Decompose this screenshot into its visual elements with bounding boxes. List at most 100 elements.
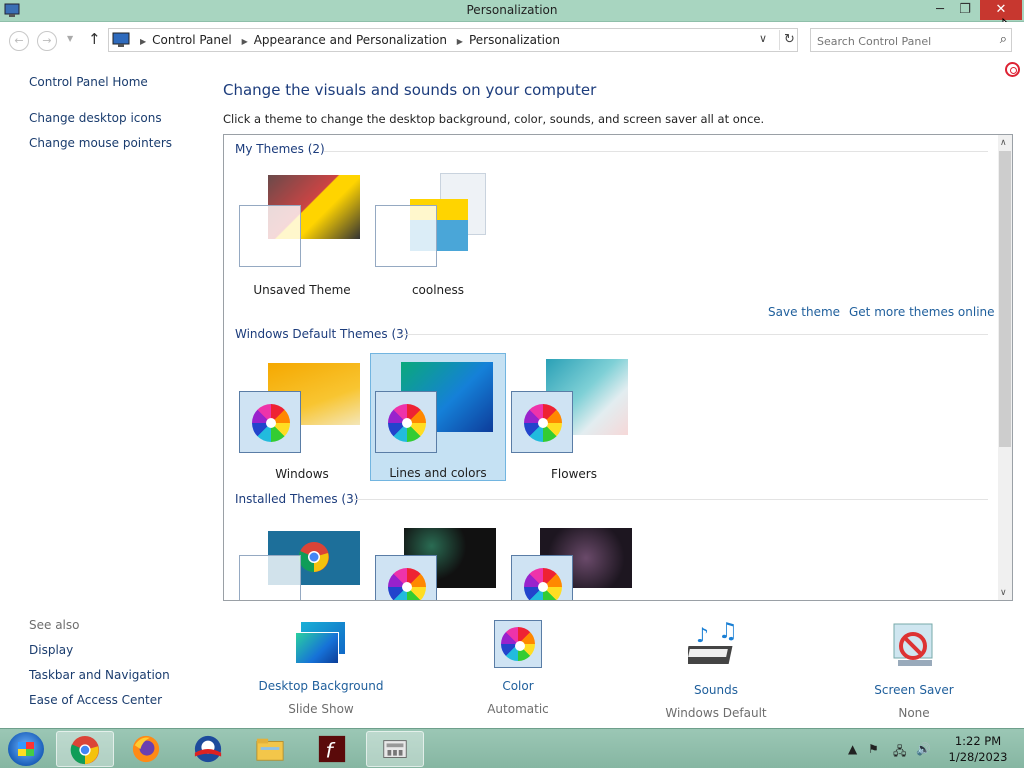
breadcrumb-control-panel[interactable]: Control Panel [152,33,232,47]
setting-name[interactable]: Color [443,679,593,693]
color-preview [375,555,437,600]
theme-unsaved[interactable]: Unsaved Theme [234,169,370,297]
scrollbar[interactable]: ∧ ∨ [998,135,1012,600]
clock-date: 1/28/2023 [948,750,1008,764]
setting-name[interactable]: Sounds [641,683,791,697]
close-button[interactable]: ✕ [980,0,1022,20]
ease-of-access-link[interactable]: Ease of Access Center [29,693,162,707]
theme-coolness[interactable]: coolness [370,169,506,297]
taskbar-navigation-link[interactable]: Taskbar and Navigation [29,668,170,682]
see-also-label: See also [29,618,80,632]
navigation-bar: ← → ▼ ↑ ▶ Control Panel ▶ Appearance and P… [0,22,1024,58]
taskbar-firefox[interactable] [118,731,176,767]
obama-logo-icon [194,735,222,763]
divider [354,499,988,500]
chevron-down-icon[interactable]: ∨ [1000,588,1007,598]
system-clock[interactable]: 1:22 PM 1/28/2023 [938,733,1018,765]
chevron-down-icon[interactable]: ∨ [759,32,767,45]
color-preview [239,555,301,600]
taskbar-file-explorer[interactable] [242,731,300,767]
color-swatch-icon [524,568,562,600]
setting-name[interactable]: Desktop Background [246,679,396,693]
color-swatch-icon [494,620,542,668]
screen-saver-setting[interactable]: Screen Saver None [839,620,989,720]
search-box[interactable]: ⌕ [810,28,1012,52]
file-explorer-icon [256,738,284,761]
setting-name[interactable]: Screen Saver [839,683,989,697]
taskbar: f ▲ ⚑ 🖧 🔊 1:22 PM 1/28/2023 [0,728,1024,768]
chevron-up-icon[interactable]: ∧ [1000,138,1007,148]
setting-value: Windows Default [665,706,767,720]
forward-button[interactable]: → [37,31,57,51]
save-theme-link[interactable]: Save theme [768,305,840,319]
network-icon[interactable]: 🖧 [893,742,906,763]
minimize-button[interactable]: ─ [928,0,952,20]
default-themes-header: Windows Default Themes (3) [235,327,409,341]
color-swatch-icon [388,568,426,600]
svg-text:♪: ♪ [696,623,709,647]
control-panel-icon [383,740,407,758]
help-icon[interactable] [1005,62,1020,77]
theme-lines-and-colors[interactable]: Lines and colors [370,353,506,481]
setting-value: Automatic [487,702,549,716]
taskbar-obama[interactable] [180,731,238,767]
maximize-button[interactable]: ❐ [952,0,978,20]
title-bar: Personalization ─ ❐ ✕ [0,0,1024,22]
taskbar-control-panel[interactable] [366,731,424,767]
theme-installed-nebula[interactable] [506,515,642,600]
start-button[interactable] [8,732,44,766]
chrome-icon [298,542,329,573]
theme-label: coolness [411,283,465,297]
page-title: Change the visuals and sounds on your co… [223,81,597,99]
desktop-background-setting[interactable]: Desktop Background Slide Show [246,620,396,716]
display-link[interactable]: Display [29,643,73,657]
theme-label: Flowers [551,467,597,481]
color-swatch-icon [388,404,426,442]
color-setting[interactable]: Color Automatic [443,620,593,716]
theme-label: Windows [275,467,329,481]
change-mouse-pointers-link[interactable]: Change mouse pointers [29,136,172,150]
window-title: Personalization [466,3,558,17]
themes-list: My Themes (2) Unsaved Theme coolness Sav… [223,134,1013,601]
taskbar-flash[interactable]: f [304,731,362,767]
scrollbar-thumb[interactable] [999,151,1011,447]
setting-value: None [898,706,930,720]
action-center-flag-icon[interactable]: ⚑ [868,742,879,756]
refresh-icon[interactable]: ↻ [779,30,799,50]
screen-saver-icon [893,623,933,666]
theme-installed-chrome[interactable] [234,515,370,600]
search-input[interactable] [817,31,987,51]
recent-locations-dropdown[interactable]: ▼ [67,34,73,43]
address-bar[interactable]: ▶ Control Panel ▶ Appearance and Personali… [108,28,798,52]
up-button[interactable]: ↑ [88,30,101,48]
color-preview [375,205,437,267]
theme-installed-dark[interactable] [370,515,506,600]
breadcrumb-appearance[interactable]: Appearance and Personalization [254,33,447,47]
breadcrumb-personalization[interactable]: Personalization [469,33,560,47]
back-button[interactable]: ← [9,31,29,51]
theme-flowers[interactable]: Flowers [506,353,642,481]
change-desktop-icons-link[interactable]: Change desktop icons [29,111,162,125]
setting-value: Slide Show [288,702,354,716]
color-preview [239,205,301,267]
volume-icon[interactable]: 🔊 [916,742,931,756]
color-preview [511,391,573,453]
show-hidden-icons-button[interactable]: ▲ [848,742,857,756]
divider [399,334,988,335]
theme-windows[interactable]: Windows [234,353,370,481]
taskbar-chrome[interactable] [56,731,114,767]
chrome-icon [70,735,100,765]
get-more-themes-link[interactable]: Get more themes online [849,305,995,319]
flash-icon: f [318,735,346,762]
my-themes-header: My Themes (2) [235,142,325,156]
theme-label: Lines and colors [389,466,487,480]
installed-themes-header: Installed Themes (3) [235,492,359,506]
color-swatch-icon [252,404,290,442]
divider [324,151,988,152]
color-preview [239,391,301,453]
control-panel-home-link[interactable]: Control Panel Home [29,75,148,89]
color-swatch-icon [524,404,562,442]
sounds-icon: ♪ ♫ [684,619,738,664]
sounds-setting[interactable]: ♪ ♫ Sounds Windows Default [641,619,791,720]
search-icon[interactable]: ⌕ [1000,32,1007,47]
